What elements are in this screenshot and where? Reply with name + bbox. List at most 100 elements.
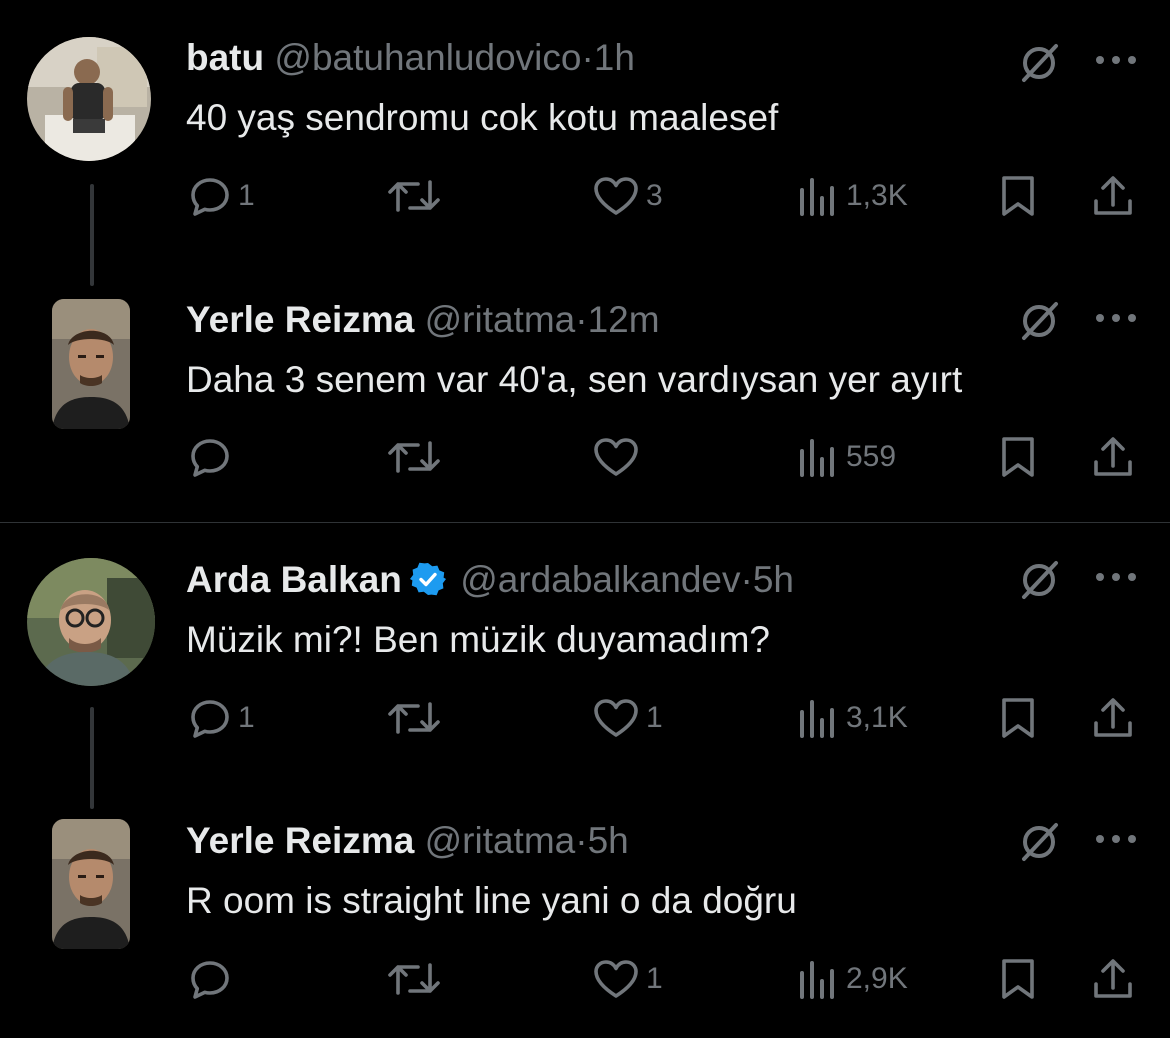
reply-count: 1 — [238, 701, 255, 734]
repost-icon — [388, 963, 440, 995]
action-bar: 1 1 3,1K — [0, 693, 1170, 743]
share-icon — [1094, 698, 1132, 737]
bookmark-button[interactable] — [996, 171, 1040, 221]
repost-button[interactable] — [384, 954, 450, 1004]
like-icon — [594, 699, 638, 737]
separator-dot: · — [575, 299, 588, 340]
user-handle[interactable]: @batuhanludovico — [274, 37, 581, 78]
tweet-header: Yerle Reizma @ritatma·5h — [186, 819, 629, 863]
like-button[interactable] — [592, 432, 646, 482]
tweet-arda-balkan[interactable]: Arda Balkan @ardabalkandev·5h Müzik mi?!… — [0, 523, 1170, 809]
timestamp[interactable]: 12m — [588, 299, 660, 340]
more-icon[interactable] — [1092, 567, 1140, 587]
tweet-yerle-reizma-2[interactable]: Yerle Reizma @ritatma·5h R oom is straig… — [0, 793, 1170, 1038]
separator-dot: · — [575, 820, 588, 861]
reply-icon — [191, 961, 229, 999]
views-button[interactable]: 559 — [796, 432, 896, 482]
bookmark-button[interactable] — [996, 432, 1040, 482]
share-button[interactable] — [1090, 432, 1136, 482]
bookmark-icon — [1002, 176, 1034, 216]
tweet-header: Arda Balkan @ardabalkandev·5h — [186, 558, 794, 602]
bookmark-icon — [1002, 698, 1034, 738]
tweet-batu[interactable]: batu @batuhanludovico·1h 40 yaş sendromu… — [0, 0, 1170, 286]
tweet-text: Daha 3 senem var 40'a, sen vardıysan yer… — [186, 359, 963, 400]
action-bar: 559 — [0, 432, 1170, 482]
bookmark-button[interactable] — [996, 693, 1040, 743]
views-button[interactable]: 2,9K — [796, 954, 908, 1004]
like-button[interactable]: 1 — [592, 693, 663, 743]
grok-icon[interactable] — [1016, 819, 1062, 865]
views-count: 2,9K — [846, 962, 908, 995]
reply-button[interactable] — [188, 954, 238, 1004]
repost-button[interactable] — [384, 693, 450, 743]
separator-dot: · — [740, 559, 753, 600]
repost-icon — [388, 180, 440, 212]
like-count: 1 — [646, 701, 663, 734]
tweet-yerle-reizma-1[interactable]: Yerle Reizma @ritatma·12m Daha 3 senem v… — [0, 270, 1170, 522]
grok-icon[interactable] — [1016, 40, 1062, 86]
bookmark-button[interactable] — [996, 954, 1040, 1004]
views-button[interactable]: 3,1K — [796, 693, 908, 743]
views-count: 1,3K — [846, 179, 908, 212]
reply-button[interactable] — [188, 432, 238, 482]
avatar-yerle-reizma[interactable] — [52, 819, 130, 949]
views-count: 559 — [846, 440, 897, 473]
timestamp[interactable]: 5h — [753, 559, 794, 600]
like-button[interactable]: 1 — [592, 954, 663, 1004]
reply-button[interactable]: 1 — [188, 171, 255, 221]
repost-icon — [388, 441, 440, 473]
user-handle[interactable]: @ardabalkandev — [460, 559, 740, 600]
grok-icon[interactable] — [1016, 557, 1062, 603]
like-icon — [594, 177, 638, 215]
display-name[interactable]: Yerle Reizma — [186, 820, 414, 861]
timestamp[interactable]: 5h — [588, 820, 629, 861]
more-icon[interactable] — [1092, 829, 1140, 849]
tweet-text: Müzik mi?! Ben müzik duyamadım? — [186, 619, 770, 660]
like-icon — [594, 960, 638, 998]
like-count: 3 — [646, 179, 663, 212]
more-icon[interactable] — [1092, 50, 1140, 70]
views-icon — [800, 961, 834, 999]
grok-icon[interactable] — [1016, 298, 1062, 344]
bookmark-icon — [1002, 959, 1034, 999]
share-button[interactable] — [1090, 693, 1136, 743]
tweet-text: R oom is straight line yani o da doğru — [186, 880, 797, 921]
timestamp[interactable]: 1h — [594, 37, 635, 78]
avatar-arda-balkan[interactable] — [27, 558, 155, 686]
action-bar: 1 2,9K — [0, 954, 1170, 1004]
views-button[interactable]: 1,3K — [796, 171, 908, 221]
repost-button[interactable] — [384, 432, 450, 482]
views-icon — [800, 178, 834, 216]
separator-dot: · — [581, 37, 594, 78]
display-name[interactable]: batu — [186, 37, 264, 78]
avatar-batu[interactable] — [27, 37, 151, 161]
views-icon — [800, 700, 834, 738]
share-icon — [1094, 437, 1132, 476]
verified-badge-icon — [409, 562, 446, 596]
tweet-text: 40 yaş sendromu cok kotu maalesef — [186, 97, 779, 138]
repost-icon — [388, 702, 440, 734]
more-icon[interactable] — [1092, 308, 1140, 328]
share-icon — [1094, 959, 1132, 998]
reply-button[interactable]: 1 — [188, 693, 255, 743]
repost-button[interactable] — [384, 171, 450, 221]
share-button[interactable] — [1090, 954, 1136, 1004]
views-count: 3,1K — [846, 701, 908, 734]
reply-icon — [191, 439, 229, 477]
display-name[interactable]: Yerle Reizma — [186, 299, 414, 340]
share-icon — [1094, 176, 1132, 215]
display-name[interactable]: Arda Balkan — [186, 559, 402, 600]
like-icon — [594, 438, 638, 476]
tweet-header: batu @batuhanludovico·1h — [186, 36, 635, 80]
like-count: 1 — [646, 962, 663, 995]
share-button[interactable] — [1090, 171, 1136, 221]
reply-count: 1 — [238, 179, 255, 212]
user-handle[interactable]: @ritatma — [425, 299, 576, 340]
bookmark-icon — [1002, 437, 1034, 477]
user-handle[interactable]: @ritatma — [425, 820, 576, 861]
views-icon — [800, 439, 834, 477]
avatar-yerle-reizma[interactable] — [52, 299, 130, 429]
like-button[interactable]: 3 — [592, 171, 663, 221]
reply-icon — [191, 700, 229, 738]
reply-icon — [191, 178, 229, 216]
